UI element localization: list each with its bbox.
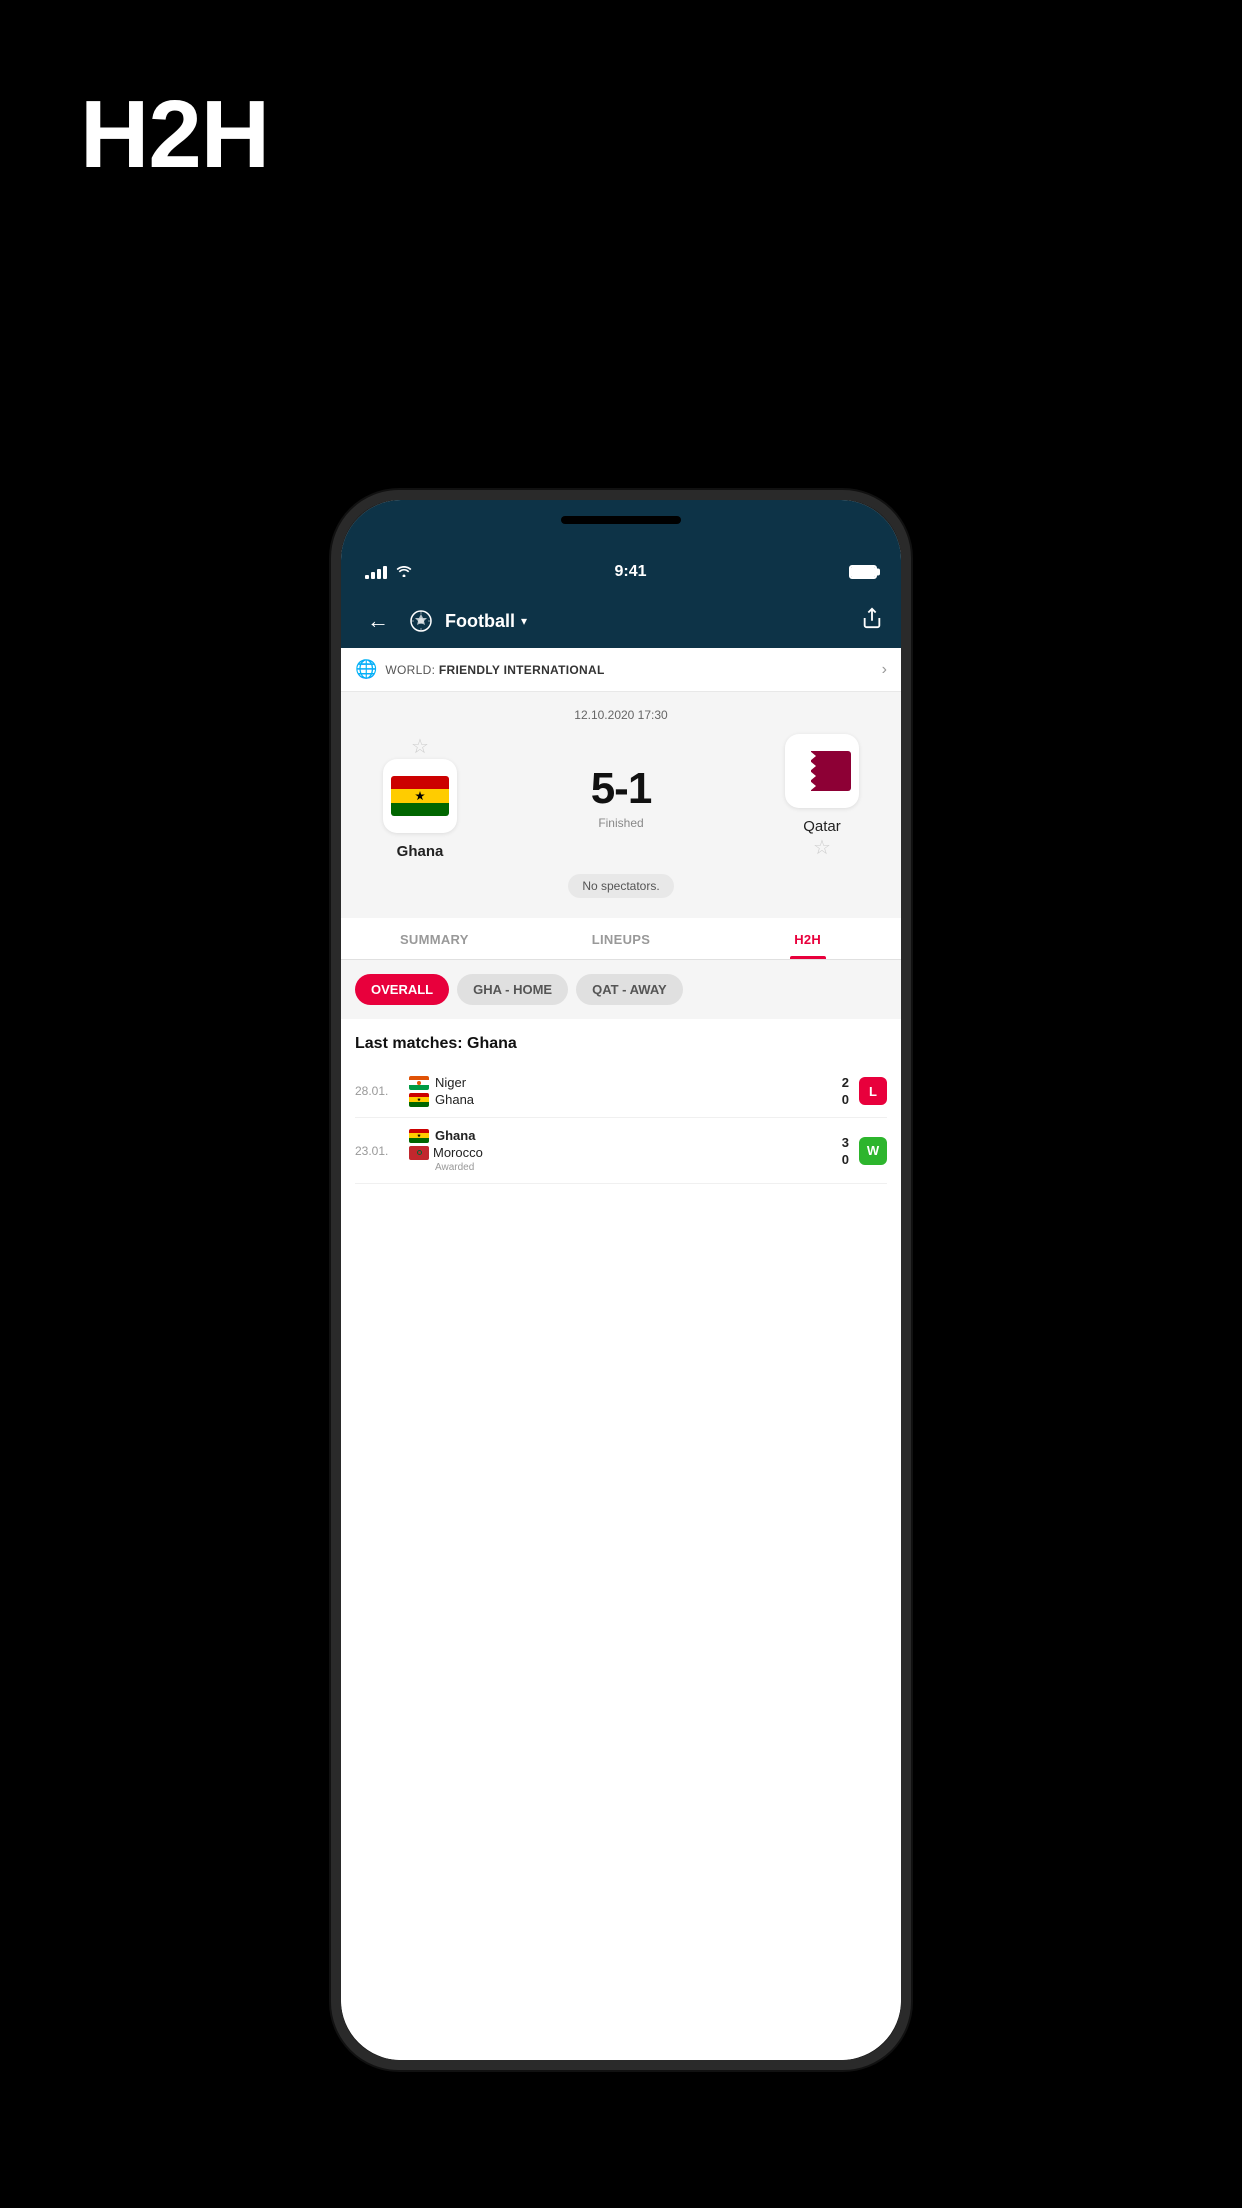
signal-bar-2 (371, 572, 375, 579)
morocco-mini-flag (409, 1146, 429, 1160)
world-flag: 🌐 (355, 659, 377, 680)
team-row-ghana-1: Ghana (409, 1092, 832, 1107)
home-flag-container (383, 759, 457, 833)
team-row-ghana-2: Ghana (409, 1128, 832, 1143)
match-scores-2: 3 0 (842, 1135, 849, 1167)
nav-title-area: Football ▾ (445, 611, 851, 632)
filter-section: OVERALL GHA - HOME QAT - AWAY (341, 960, 901, 1019)
match-row-item-2[interactable]: 23.01. Ghana (355, 1118, 887, 1184)
score-niger: 2 (842, 1075, 849, 1090)
niger-mini-flag (409, 1076, 429, 1090)
home-star-icon[interactable]: ☆ (411, 734, 429, 759)
notch-area (341, 500, 901, 550)
tabs-bar: SUMMARY LINEUPS H2H (341, 918, 901, 960)
filter-gha-home[interactable]: GHA - HOME (457, 974, 568, 1005)
battery-icon (849, 565, 877, 579)
result-badge-2: W (859, 1137, 887, 1165)
tab-h2h[interactable]: H2H (714, 918, 901, 959)
signal-bar-3 (377, 569, 381, 579)
football-icon (407, 607, 435, 635)
home-team-name: Ghana (397, 843, 444, 860)
match-row: ☆ Ghana 5-1 (355, 734, 887, 860)
wifi-icon (396, 564, 412, 580)
score-morocco: 0 (842, 1152, 849, 1167)
score-ghana-2: 3 (842, 1135, 849, 1150)
match-teams-2: Ghana Morocco Awarded (409, 1128, 832, 1173)
team-name-ghana-2: Ghana (435, 1128, 475, 1143)
team-row-niger: Niger (409, 1075, 832, 1090)
team-name-morocco: Morocco (433, 1145, 483, 1160)
match-date-2: 23.01. (355, 1144, 399, 1158)
away-team: Qatar ☆ (757, 734, 887, 860)
tab-summary[interactable]: SUMMARY (341, 918, 528, 959)
dropdown-arrow[interactable]: ▾ (521, 614, 527, 628)
match-date-1: 28.01. (355, 1084, 399, 1098)
last-matches-section: Last matches: Ghana 28.01. Niger (341, 1019, 901, 2060)
tab-lineups[interactable]: LINEUPS (528, 918, 715, 959)
back-button[interactable]: ← (359, 604, 397, 638)
match-date: 12.10.2020 17:30 (355, 708, 887, 722)
score-ghana-1: 0 (842, 1092, 849, 1107)
match-section: 12.10.2020 17:30 ☆ (341, 692, 901, 918)
share-button[interactable] (861, 607, 883, 635)
match-status: Finished (598, 816, 643, 830)
home-team: ☆ Ghana (355, 734, 485, 860)
awarded-note: Awarded (409, 1162, 832, 1173)
match-teams-1: Niger Ghana (409, 1075, 832, 1107)
league-text: WORLD: FRIENDLY INTERNATIONAL (385, 663, 604, 677)
team-name-niger: Niger (435, 1075, 466, 1090)
team-row-morocco: Morocco (409, 1145, 832, 1160)
ghana-mini-flag-2 (409, 1129, 429, 1143)
nav-bar: ← Football ▾ (341, 594, 901, 648)
battery-fill (851, 567, 875, 577)
result-badge-1: L (859, 1077, 887, 1105)
signal-bar-1 (365, 575, 369, 579)
status-left (365, 564, 412, 580)
league-chevron-icon: › (882, 661, 887, 679)
last-matches-title: Last matches: Ghana (355, 1035, 887, 1053)
page-title: H2H (80, 80, 269, 190)
nav-title-text: Football (445, 611, 515, 632)
phone-screen: 9:41 ← Football ▾ (341, 500, 901, 2060)
filter-qat-away[interactable]: QAT - AWAY (576, 974, 683, 1005)
match-center: 5-1 Finished (591, 764, 652, 830)
match-score: 5-1 (591, 764, 652, 814)
phone-frame: 9:41 ← Football ▾ (331, 490, 911, 2070)
league-banner[interactable]: 🌐 WORLD: FRIENDLY INTERNATIONAL › (341, 648, 901, 692)
away-team-name: Qatar (803, 818, 841, 835)
signal-bars (365, 565, 387, 579)
no-spectators: No spectators. (355, 874, 887, 898)
ghana-flag-large (391, 776, 449, 816)
signal-bar-4 (383, 566, 387, 579)
ghana-mini-flag-1 (409, 1093, 429, 1107)
qatar-flag-large (793, 751, 851, 791)
status-bar: 9:41 (341, 550, 901, 594)
team-name-ghana-1: Ghana (435, 1092, 474, 1107)
filter-overall[interactable]: OVERALL (355, 974, 449, 1005)
match-scores-1: 2 0 (842, 1075, 849, 1107)
notch-pill (561, 516, 681, 524)
match-row-item-1[interactable]: 28.01. Niger (355, 1065, 887, 1118)
status-time: 9:41 (614, 563, 646, 581)
away-star-icon[interactable]: ☆ (813, 835, 831, 860)
away-flag-container (785, 734, 859, 808)
no-spectators-badge: No spectators. (568, 874, 673, 898)
